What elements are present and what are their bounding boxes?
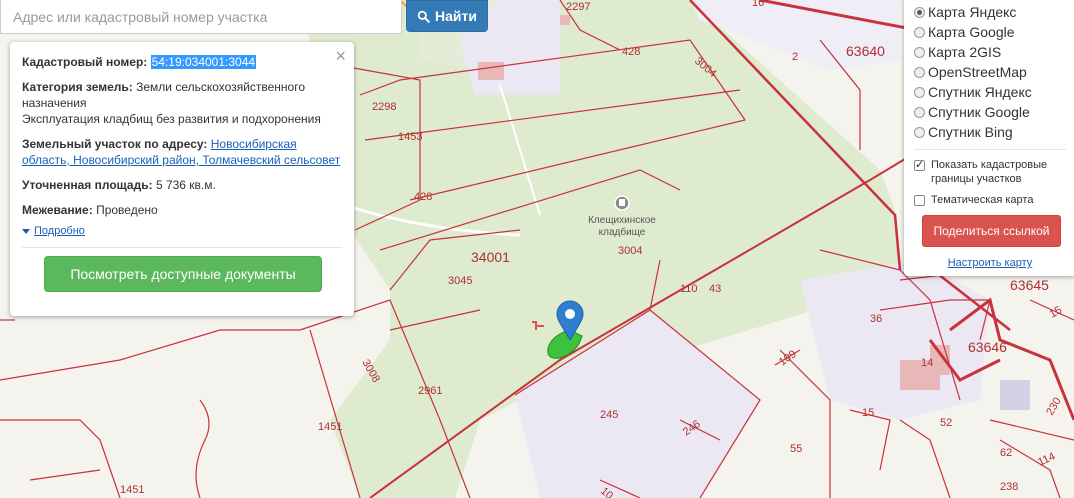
more-details-link[interactable]: Подробно <box>22 225 342 237</box>
radio-icon[interactable] <box>914 126 925 138</box>
search-input[interactable] <box>0 0 402 34</box>
caret-down-icon <box>22 228 30 234</box>
address-label: Земельный участок по адресу: <box>22 137 208 151</box>
basemap-option-label: Карта 2GIS <box>928 44 1002 60</box>
area-row: Уточненная площадь: 5 736 кв.м. <box>22 177 342 193</box>
address-row: Земельный участок по адресу: Новосибирск… <box>22 136 342 168</box>
basemap-option[interactable]: Карта Яндекс <box>914 2 1066 22</box>
share-link-button[interactable]: Поделиться ссылкой <box>922 215 1061 247</box>
basemap-option[interactable]: Спутник Яндекс <box>914 82 1066 102</box>
map-label: 1451 <box>318 421 342 433</box>
poi-name-line2: кладбище <box>599 226 646 238</box>
survey-value: Проведено <box>96 203 158 217</box>
divider <box>22 247 342 248</box>
thematic-map-label: Тематическая карта <box>931 194 1034 206</box>
radio-icon[interactable] <box>914 26 925 38</box>
survey-label: Межевание: <box>22 203 93 217</box>
radio-icon[interactable] <box>914 46 925 58</box>
checkbox-checked-icon[interactable] <box>914 158 925 172</box>
map-label: 238 <box>1000 481 1018 493</box>
show-borders-checkbox[interactable]: Показать кадастровые границы участков <box>914 158 1066 186</box>
search-button[interactable]: Найти <box>406 0 488 32</box>
cadastral-number-value[interactable]: 54:19:034001:3044 <box>150 55 257 69</box>
basemap-option-label: Спутник Google <box>928 104 1030 120</box>
land-category-row: Категория земель: Земли сельскохозяйстве… <box>22 79 342 127</box>
cadastral-number-row: Кадастровый номер: 54:19:034001:3044 <box>22 54 342 70</box>
radio-icon[interactable] <box>914 106 925 118</box>
map-label: 63645 <box>1010 277 1049 293</box>
map-label: 63640 <box>846 43 885 59</box>
map-label: 2298 <box>372 101 396 113</box>
basemap-option[interactable]: Карта Google <box>914 22 1066 42</box>
more-details-label: Подробно <box>34 225 85 237</box>
map-label: 52 <box>940 417 952 429</box>
map-label: 1451 <box>120 484 144 496</box>
show-borders-label: Показать кадастровые границы участков <box>931 159 1048 185</box>
basemap-option-label: OpenStreetMap <box>928 64 1027 80</box>
basemap-option-label: Спутник Bing <box>928 124 1013 140</box>
basemap-option[interactable]: Карта 2GIS <box>914 42 1066 62</box>
basemap-radio-list: Карта Яндекс Карта Google Карта 2GIS OpenSt… <box>914 2 1066 142</box>
survey-row: Межевание: Проведено <box>22 202 342 218</box>
map-label: 110 <box>680 283 698 295</box>
radio-selected-icon[interactable] <box>914 6 925 18</box>
map-label: 43 <box>709 283 721 295</box>
map-label: 55 <box>790 443 802 455</box>
basemap-option[interactable]: Спутник Google <box>914 102 1066 122</box>
map-label: 3004 <box>618 245 642 257</box>
view-documents-button[interactable]: Посмотреть доступные документы <box>44 256 322 292</box>
poi-name-line1: Клещихинское <box>588 215 656 226</box>
map-label: 2297 <box>566 1 590 13</box>
building <box>560 15 570 25</box>
area-value: 5 736 кв.м. <box>155 178 216 192</box>
basemap-option-label: Спутник Яндекс <box>928 84 1032 100</box>
search-button-label: Найти <box>435 8 477 24</box>
cadastral-number-label: Кадастровый номер: <box>22 55 148 69</box>
map-label: 36 <box>870 313 882 325</box>
building <box>1000 380 1030 410</box>
map-label: 2961 <box>418 385 442 397</box>
checkbox-unchecked-icon[interactable] <box>914 195 925 206</box>
radio-icon[interactable] <box>914 66 925 78</box>
map-label: 1453 <box>398 131 422 143</box>
map-label: 15 <box>862 407 874 419</box>
map-label: 63646 <box>968 339 1007 355</box>
map-label: 34001 <box>471 249 510 265</box>
area-label: Уточненная площадь: <box>22 178 153 192</box>
basemap-option-label: Карта Google <box>928 24 1015 40</box>
map-label: 16 <box>752 0 764 9</box>
map-label: 428 <box>622 46 640 58</box>
map-label: 14 <box>921 357 933 369</box>
close-icon[interactable]: × <box>335 46 346 66</box>
land-usage-text: Эксплуатация кладбищ без развития и подх… <box>22 112 321 126</box>
basemap-option-label: Карта Яндекс <box>928 4 1017 20</box>
thematic-map-checkbox[interactable]: Тематическая карта <box>914 193 1066 207</box>
building <box>478 62 504 80</box>
search-icon <box>417 10 430 23</box>
basemap-option[interactable]: Спутник Bing <box>914 122 1066 142</box>
map-label: 245 <box>600 409 618 421</box>
divider <box>914 149 1066 150</box>
land-category-label: Категория земель: <box>22 80 133 94</box>
map-layers-panel: Карта Яндекс Карта Google Карта 2GIS OpenSt… <box>904 0 1074 276</box>
map-label: 2 <box>792 51 798 63</box>
configure-map-link[interactable]: Настроить карту <box>914 257 1066 269</box>
map-label: 62 <box>1000 447 1012 459</box>
radio-icon[interactable] <box>914 86 925 98</box>
map-label: 3045 <box>448 275 472 287</box>
map-label: 428 <box>414 191 432 203</box>
parcel-info-panel: × Кадастровый номер: 54:19:034001:3044 К… <box>10 42 354 316</box>
basemap-option[interactable]: OpenStreetMap <box>914 62 1066 82</box>
